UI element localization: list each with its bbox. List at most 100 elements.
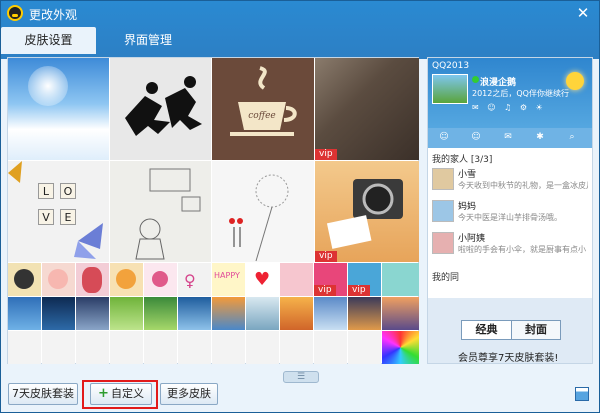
skin-thumb[interactable] [8, 297, 41, 330]
window-title: 更改外观 [29, 8, 78, 22]
title-bar: 更改外观 ✕ [1, 1, 599, 27]
tab-skin-settings[interactable]: 皮肤设置 [1, 27, 96, 54]
qq-preview-tabs: ☺ ☺ ✉ ✱ ⌕ [428, 128, 592, 148]
layout-switch: 经典 封面 [461, 320, 561, 340]
skin-thumb[interactable]: HAPPY [212, 263, 245, 296]
skin-slot-empty[interactable] [76, 331, 109, 364]
content-area: coffee vip L O V E vip ♀ HAPPY ♥ vip vip… [7, 57, 593, 371]
more-skins-button[interactable]: 更多皮肤 [160, 383, 218, 405]
contact-name: 小雪 [458, 170, 477, 180]
skin-thumb[interactable] [382, 263, 419, 296]
skin-thumb[interactable] [178, 297, 211, 330]
contact-signature: 今天收到中秋节的礼物，是一盒冰皮月饼 [458, 181, 588, 190]
contacts-icon: ☺ [439, 132, 449, 142]
skin-slot-empty[interactable] [212, 331, 245, 364]
messages-icon: ✉ [504, 132, 512, 142]
group-label: 我的家人 [3/3] [432, 155, 493, 165]
skin-thumb[interactable]: ♀ [178, 263, 211, 296]
skin-slot-empty[interactable] [110, 331, 143, 364]
skin-slot-empty[interactable] [8, 331, 41, 364]
dandelion-image [229, 174, 289, 262]
skin-slot-empty[interactable] [178, 331, 211, 364]
coffee-cup-image: coffee [230, 66, 297, 136]
qq-toolbar-icons: ✉ ☺ ♫ ⚙ ☀ [472, 103, 546, 112]
avatar [432, 168, 454, 190]
skin-thumb[interactable] [110, 263, 143, 296]
skin-slot-empty[interactable] [246, 331, 279, 364]
skin-thumb[interactable] [280, 263, 313, 296]
camera-image [326, 179, 403, 249]
custom-skin-button[interactable]: + 自定义 [90, 383, 152, 405]
skin-thumb[interactable] [348, 297, 381, 330]
skin-thumb[interactable]: ♥ [246, 263, 279, 296]
skin-thumb[interactable] [314, 297, 347, 330]
classic-mode-button[interactable]: 经典 [462, 321, 512, 339]
skin-jumping-figures[interactable] [110, 58, 211, 160]
skin-preview-panel: QQ2013 浪漫企鹅 2012之后，QQ伴你继续行 ✉ ☺ ♫ ⚙ ☀ ☺ ☺… [427, 57, 593, 364]
group-label: 我的同 [432, 273, 460, 283]
skin-sky-clouds[interactable] [8, 58, 109, 160]
skin-love-letters[interactable]: L O V E [8, 161, 109, 262]
skin-thumb[interactable] [212, 297, 245, 330]
cover-mode-button[interactable]: 封面 [512, 321, 560, 339]
skin-thumb[interactable] [280, 297, 313, 330]
skin-thumb[interactable] [110, 297, 143, 330]
tab-interface-management[interactable]: 界面管理 [105, 27, 191, 54]
skin-thumb[interactable]: vip [314, 263, 347, 296]
list-item: 妈妈 今天中医是洋山芋排骨汤哦。 [432, 198, 588, 226]
butterfly-icon [8, 161, 103, 259]
skin-thumb[interactable] [76, 297, 109, 330]
skin-coffee[interactable]: coffee [212, 58, 314, 160]
close-button[interactable]: ✕ [573, 3, 593, 23]
skin-thumb[interactable] [246, 297, 279, 330]
avatar [432, 200, 454, 222]
happy-label: HAPPY [214, 271, 240, 280]
skin-grid: coffee vip L O V E vip ♀ HAPPY ♥ vip vip [7, 57, 419, 364]
skin-thumb[interactable] [42, 297, 75, 330]
list-item: 小阿姨 啦啦的手会有小伞，就是厨事有点小 [432, 230, 588, 258]
skin-camera[interactable]: vip [315, 161, 419, 262]
skin-thumb[interactable] [76, 263, 109, 296]
skin-metal-plate[interactable]: vip [315, 58, 419, 160]
skin-slot-empty[interactable] [348, 331, 381, 364]
skin-slot-empty[interactable] [42, 331, 75, 364]
skin-slot-empty[interactable] [144, 331, 177, 364]
window-mode-icon[interactable] [575, 387, 589, 401]
online-status-icon [472, 76, 479, 83]
qq-penguin-icon [7, 5, 23, 21]
qq-nickname: 浪漫企鹅 [480, 78, 517, 88]
vip-badge: vip [315, 149, 337, 160]
vip-badge: vip [315, 251, 337, 262]
skin-thumb[interactable] [382, 297, 419, 330]
jumping-figures-image [125, 76, 202, 136]
skin-thumb[interactable] [42, 263, 75, 296]
contact-name: 小阿姨 [458, 234, 486, 244]
skin-slot-empty[interactable] [314, 331, 347, 364]
skin-window: 更改外观 ✕ 皮肤设置 界面管理 coffee vip L O V E vip … [0, 0, 600, 413]
vip-badge: vip [348, 285, 370, 296]
skin-thumb[interactable] [144, 297, 177, 330]
list-item: 小雪 今天收到中秋节的礼物，是一盒冰皮月饼 [432, 166, 588, 194]
custom-skin-label: 自定义 [110, 387, 144, 400]
contact-signature: 今天中医是洋山芋排骨汤哦。 [458, 213, 562, 222]
skin-thumb[interactable] [144, 263, 177, 296]
tab-bar: 皮肤设置 界面管理 [1, 27, 599, 55]
qq-preview-title: QQ2013 [432, 61, 470, 71]
vip-badge: vip [314, 285, 336, 296]
weather-sun-icon [566, 72, 584, 90]
plus-icon: + [98, 386, 109, 401]
skin-color-wheel[interactable] [382, 331, 419, 364]
skin-slot-empty[interactable] [280, 331, 313, 364]
skin-thumb[interactable] [8, 263, 41, 296]
skin-dandelion[interactable] [212, 161, 314, 262]
seven-day-skin-button[interactable]: 7天皮肤套装 [8, 383, 78, 405]
contact-signature: 啦啦的手会有小伞，就是厨事有点小 [458, 245, 586, 254]
skin-thumb[interactable]: vip [348, 263, 381, 296]
avatar [432, 232, 454, 254]
search-icon: ⌕ [569, 132, 575, 142]
qq-signature: 2012之后，QQ伴你继续行 [472, 89, 569, 98]
skin-girl-sketch[interactable] [110, 161, 211, 262]
coffee-label: coffee [248, 111, 276, 121]
bottom-bar: 7天皮肤套装 + 自定义 更多皮肤 [1, 379, 599, 413]
groups-icon: ☺ [471, 132, 481, 142]
